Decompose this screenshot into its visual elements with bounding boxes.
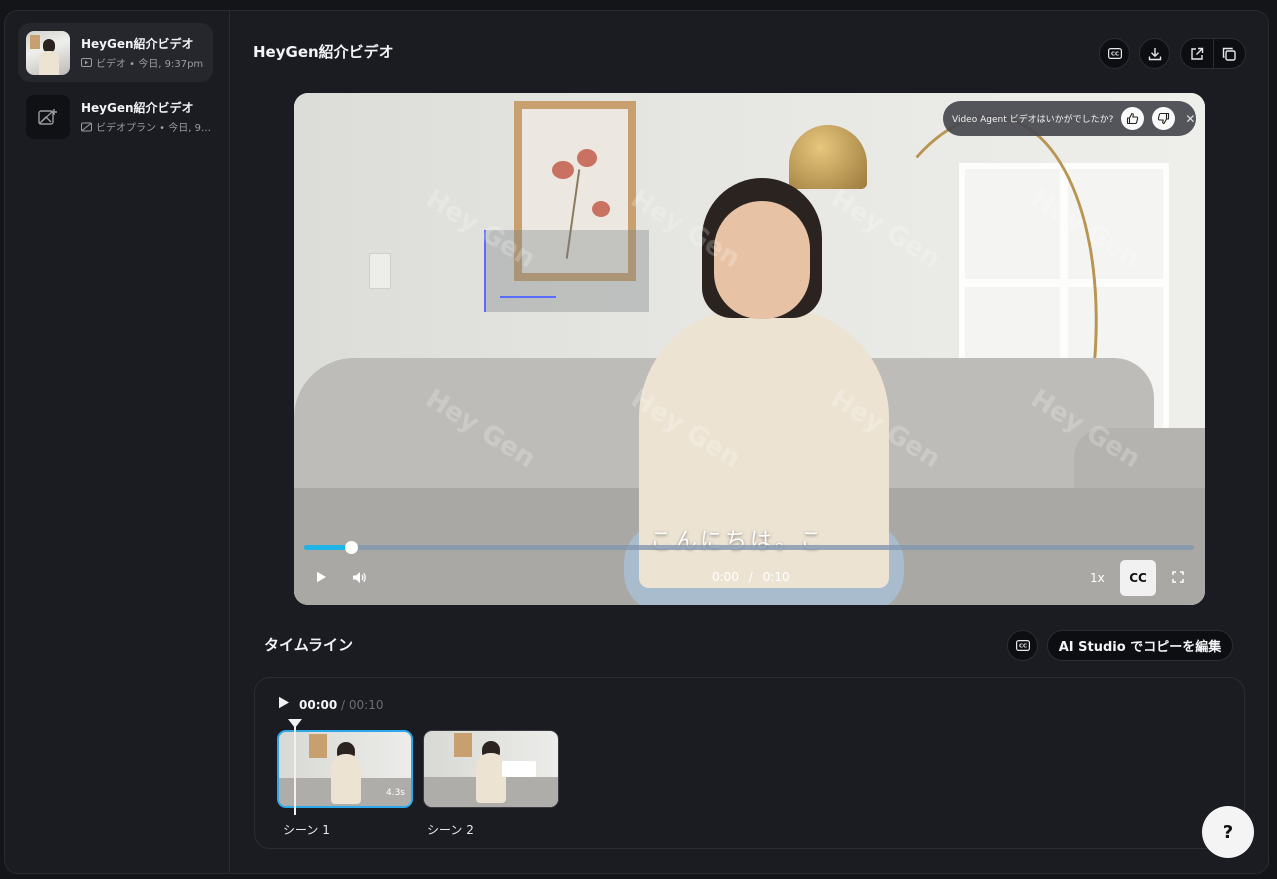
timeline-duration: 00:10 [348,698,384,712]
thumbs-down-icon [1157,112,1170,125]
share-copy-group [1180,38,1246,69]
plan-thumbnail [26,94,70,139]
timeline-captions-button[interactable]: CC [1007,630,1038,661]
play-icon [278,696,290,709]
help-button[interactable]: ? [1202,806,1254,858]
thumbs-up-button[interactable] [1121,107,1145,130]
download-icon [1148,47,1162,61]
sidebar-item-title: HeyGen紹介ビデオ [81,101,194,115]
cc-icon: CC [1107,48,1122,59]
timeline-duration-separator: / [337,698,349,712]
captions-button[interactable]: CC [1099,38,1130,69]
svg-text:CC: CC [1018,644,1026,650]
scene-thumbnail-1[interactable]: 4.3s [277,730,413,808]
sidebar-item-video-plan[interactable]: HeyGen紹介ビデオ ビデオプラン • 今日, 9:37pm [18,87,213,146]
play-icon [316,571,327,583]
playback-speed-button[interactable]: 1x [1090,571,1105,585]
scene-text-card [502,761,536,777]
fullscreen-button[interactable] [1170,565,1186,589]
timeline-time: 00:00 / 00:10 [299,698,383,712]
copy-icon [1222,47,1237,61]
video-player[interactable]: Hey Gen Hey Gen Hey Gen Hey Gen Hey Gen … [294,93,1205,605]
sidebar-item-subtitle: ビデオプラン • 今日, 9:37pm [96,123,213,134]
download-button[interactable] [1139,38,1170,69]
svg-text:CC: CC [1110,52,1118,58]
timeline-play-button[interactable] [278,696,290,709]
video-thumbnail [26,30,70,75]
cc-icon: CC [1015,640,1030,651]
scene-thumbnail-2[interactable] [423,730,559,808]
page-title: HeyGen紹介ビデオ [253,43,394,61]
fullscreen-icon [1172,571,1184,583]
volume-icon [352,571,367,584]
cc-toggle-button[interactable]: CC [1120,560,1156,596]
progress-fill [304,545,352,550]
thumbs-down-button[interactable] [1152,107,1176,130]
feedback-banner: Video Agent ビデオはいかがでしたか? ✕ [943,101,1196,136]
share-icon [1190,47,1204,61]
video-subtitle: こんにちは。こ [650,529,826,554]
volume-button[interactable] [349,565,369,589]
sidebar: HeyGen紹介ビデオ ビデオ • 今日, 9:37pm HeyGen紹介ビデオ [5,11,230,873]
sidebar-item-title: HeyGen紹介ビデオ [81,37,194,51]
edit-in-ai-studio-button[interactable]: AI Studio でコピーを編集 [1047,630,1233,661]
progress-bar[interactable] [304,541,1194,554]
timeline-panel: 00:00 / 00:10 4.3s シーン 1 シーン 2 [254,677,1245,849]
sidebar-item-subtitle: ビデオ • 今日, 9:37pm [96,59,204,70]
timeline-playhead[interactable] [288,719,302,815]
scene-label-2: シーン 2 [427,823,474,837]
scene-switch [369,253,391,289]
scene-label-1: シーン 1 [283,823,330,837]
thumbs-up-icon [1126,112,1139,125]
time-separator: / [748,570,753,584]
timeline-current-time: 00:00 [299,698,338,712]
current-time: 0:00 [712,570,739,584]
feedback-question: Video Agent ビデオはいかがでしたか? [952,115,1114,125]
image-plus-icon [38,108,58,126]
image-off-icon [81,122,92,132]
duration: 0:10 [762,570,790,584]
copy-button[interactable] [1212,39,1245,68]
share-button[interactable] [1181,39,1213,68]
time-display: 0:00 / 0:10 [712,570,790,584]
scene-duration: 4.3s [385,788,405,798]
video-icon [81,58,92,67]
close-icon[interactable]: ✕ [1185,112,1195,126]
sidebar-item-video[interactable]: HeyGen紹介ビデオ ビデオ • 今日, 9:37pm [18,23,213,82]
timeline-title: タイムライン [264,636,353,654]
app-frame: HeyGen紹介ビデオ ビデオ • 今日, 9:37pm HeyGen紹介ビデオ [4,10,1269,874]
play-button[interactable] [312,565,330,589]
